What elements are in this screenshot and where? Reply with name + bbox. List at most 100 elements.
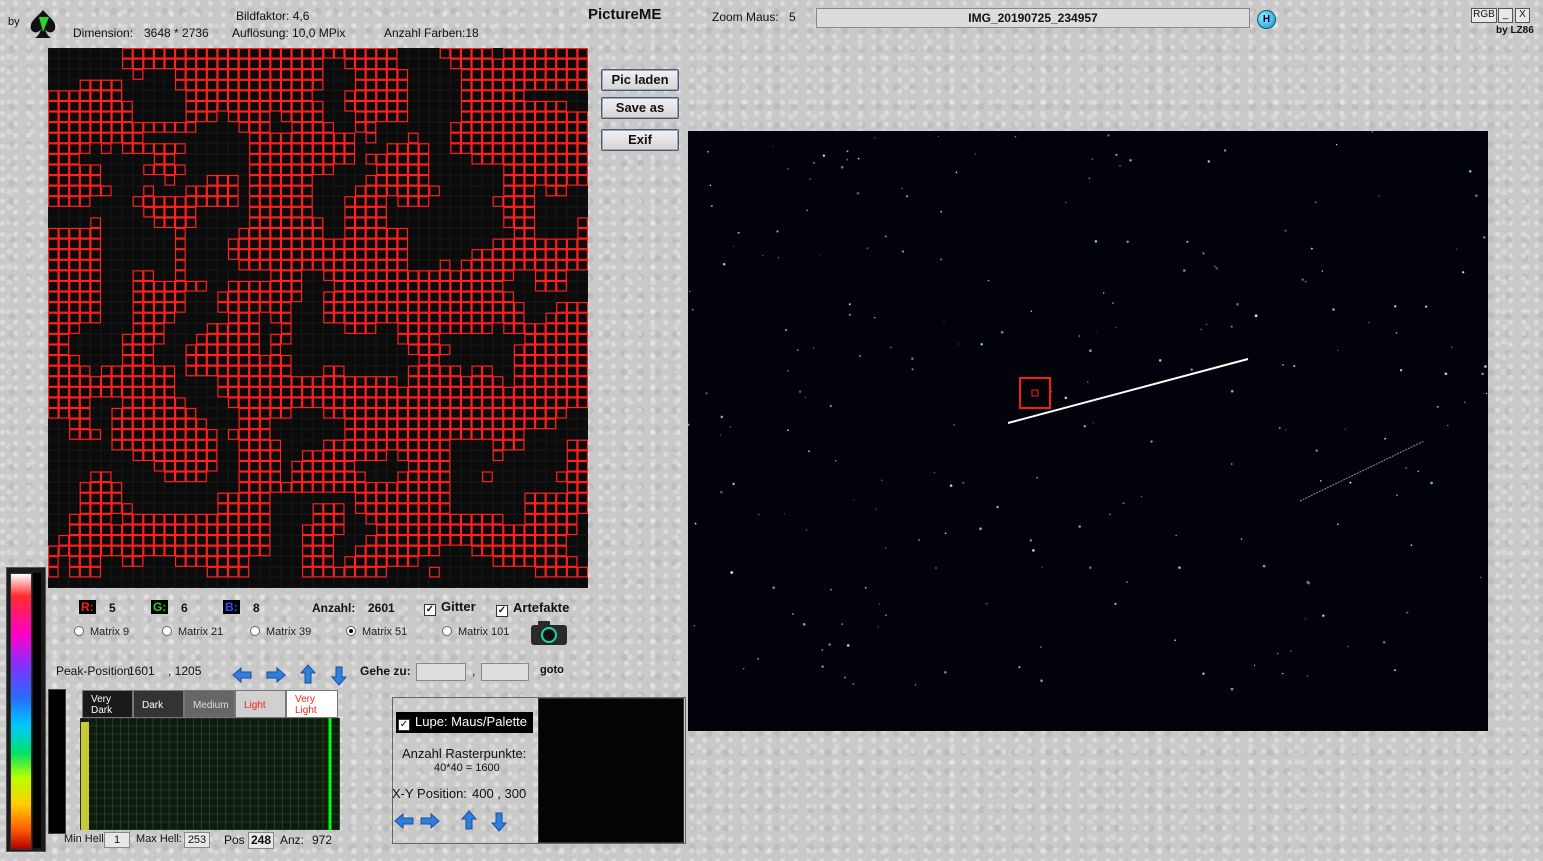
goto-button[interactable]: goto (540, 664, 564, 676)
grid-cell (249, 556, 260, 567)
lupe-arrow-left-icon[interactable] (394, 812, 414, 830)
grid-cell (111, 164, 122, 175)
bildfaktor: Bildfaktor: 4,6 (236, 9, 310, 23)
artifact-cell (545, 280, 557, 292)
grid-cell (535, 302, 546, 313)
star (812, 161, 816, 165)
matrix-51-radio[interactable]: Matrix 51 (346, 626, 407, 638)
lupe-arrow-right-icon[interactable] (420, 812, 440, 830)
color-palette-bar[interactable] (10, 573, 32, 850)
artifact-cell (429, 185, 440, 197)
pos-value[interactable]: 248 (248, 832, 274, 849)
artifact-cell (323, 450, 334, 462)
matrix-9-radio[interactable]: Matrix 9 (74, 626, 129, 638)
grid-cell (535, 217, 546, 228)
lupe-checkbox[interactable]: ✓ Lupe: Maus/Palette (396, 712, 534, 733)
grid-cell (545, 217, 556, 228)
artifact-cell (164, 174, 176, 186)
artifact-cell (450, 534, 462, 546)
artifact-cell (249, 439, 260, 451)
arrow-up-icon[interactable] (299, 664, 317, 684)
grid-cell (418, 260, 429, 271)
goto-x-input[interactable] (416, 663, 466, 681)
star (1425, 305, 1428, 308)
tone-button[interactable]: Very Dark (82, 690, 133, 718)
artifact-cell (227, 323, 239, 334)
star (881, 479, 883, 481)
artifact-cell (439, 397, 451, 409)
artifact-cell (111, 429, 123, 440)
pic-laden-button[interactable]: Pic laden (601, 69, 679, 91)
artifact-cell (227, 545, 239, 557)
tone-button[interactable]: Dark (133, 690, 184, 718)
arrow-left-icon[interactable] (232, 666, 252, 684)
matrix-21-radio[interactable]: Matrix 21 (162, 626, 223, 638)
lupe-arrow-down-icon[interactable] (490, 812, 508, 832)
artifact-cell (270, 354, 282, 366)
artifact-cell (259, 143, 271, 154)
artifact-cell (513, 206, 525, 218)
grid-cell (365, 365, 376, 376)
artifact-cell (280, 100, 292, 112)
grid-cell (69, 482, 80, 493)
artifact-cell (270, 344, 282, 356)
artifact-cell (58, 164, 70, 176)
artifact-cell (58, 111, 70, 123)
matrix-101-radio[interactable]: Matrix 101 (442, 626, 509, 638)
grid-cell (90, 408, 101, 419)
night-sky-photo[interactable] (688, 131, 1488, 731)
zoom-grid-view[interactable] (48, 48, 588, 588)
grid-cell (249, 567, 260, 578)
pos-label: Pos (224, 833, 245, 847)
rgb-button[interactable]: RGB (1471, 8, 1497, 23)
grid-cell (80, 69, 91, 80)
artifact-cell (48, 174, 59, 186)
tone-button[interactable]: Medium (184, 690, 235, 718)
artifact-cell (132, 196, 144, 207)
grid-cell (408, 355, 419, 366)
exif-button[interactable]: Exif (601, 129, 679, 151)
grid-cell (450, 238, 461, 249)
grid-cell (450, 461, 461, 472)
artifact-cell (376, 534, 387, 546)
goto-y-input[interactable] (481, 663, 529, 681)
artefakte-checkbox[interactable]: ✓ Artefakte (496, 600, 569, 617)
matrix-39-radio[interactable]: Matrix 39 (250, 626, 311, 638)
grid-cell (323, 334, 334, 345)
max-hell-value[interactable]: 253 (184, 832, 210, 848)
grid-cell (440, 577, 451, 588)
artifact-cell (545, 164, 557, 176)
lupe-arrow-up-icon[interactable] (460, 810, 478, 830)
grid-cell (260, 323, 271, 334)
minimize-button[interactable]: _ (1498, 8, 1513, 23)
camera-icon[interactable] (530, 620, 568, 646)
artifact-cell (577, 397, 588, 409)
help-icon[interactable]: H (1257, 10, 1276, 29)
arrow-right-icon[interactable] (266, 666, 286, 684)
close-button[interactable]: X (1515, 8, 1530, 23)
histogram-chart[interactable] (80, 718, 340, 830)
save-as-button[interactable]: Save as (601, 97, 679, 119)
grid-cell (440, 132, 451, 144)
filename-field[interactable]: IMG_20190725_234957 (816, 8, 1250, 28)
artifact-cell (482, 132, 493, 144)
artifact-cell (100, 534, 112, 546)
min-hell-value[interactable]: 1 (104, 832, 130, 848)
grid-cell (482, 577, 493, 588)
artifact-cell (354, 259, 366, 271)
artifact-cell (566, 143, 578, 154)
star (1417, 470, 1419, 473)
artifact-cell (376, 386, 387, 398)
star (1094, 240, 1098, 243)
selection-box[interactable] (1019, 377, 1051, 409)
tone-button[interactable]: Light (235, 690, 286, 718)
arrow-down-icon[interactable] (330, 666, 348, 686)
artifact-cell (323, 238, 334, 250)
artifact-cell (482, 513, 493, 525)
grid-cell (154, 228, 165, 239)
artifact-cell (407, 333, 419, 345)
artifact-cell (238, 556, 250, 567)
grid-cell (312, 492, 324, 504)
tone-button[interactable]: Very Light (286, 690, 338, 718)
gitter-checkbox[interactable]: ✓ Gitter (424, 599, 476, 616)
